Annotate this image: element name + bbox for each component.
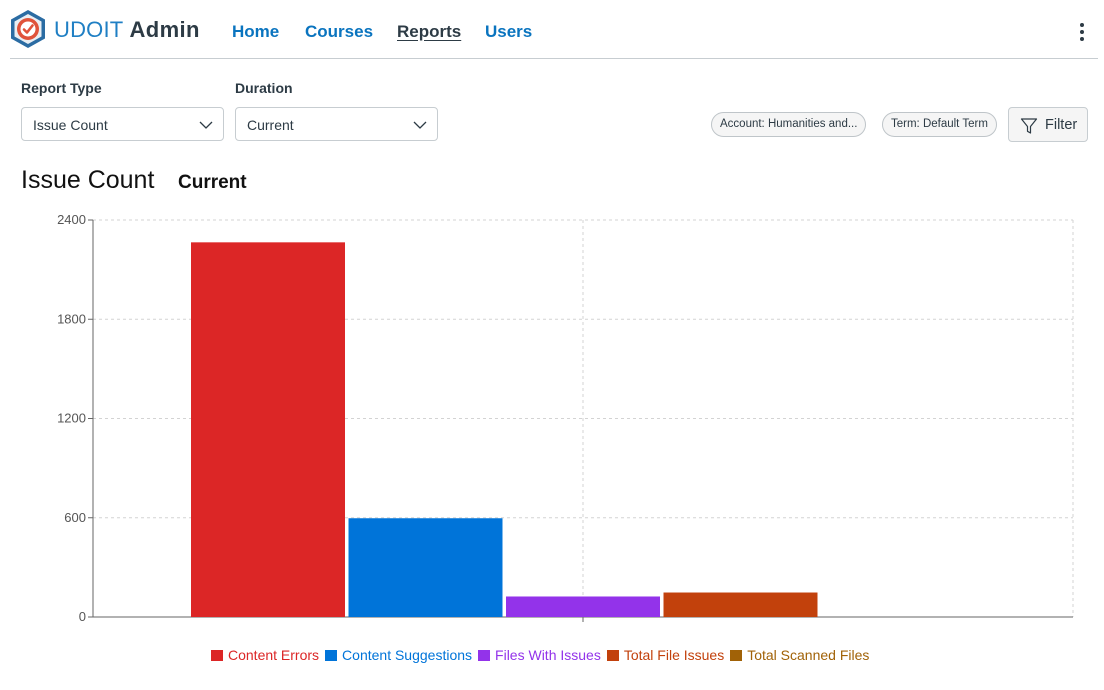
report-title: Issue Count: [21, 166, 155, 194]
legend-label: Content Errors: [228, 647, 320, 663]
nav-home[interactable]: Home: [232, 22, 279, 42]
report-type-value: Issue Count: [33, 117, 108, 133]
legend-item[interactable]: Total Scanned Files: [730, 647, 869, 663]
nav-courses[interactable]: Courses: [305, 22, 373, 42]
legend-item[interactable]: Total File Issues: [606, 647, 725, 663]
report-type-label: Report Type: [21, 80, 102, 96]
legend-swatch: [211, 650, 223, 661]
legend-label: Total File Issues: [623, 647, 725, 663]
nav-users[interactable]: Users: [485, 22, 532, 42]
legend-label: Content Suggestions: [342, 647, 473, 663]
duration-label: Duration: [235, 80, 293, 96]
duration-value: Current: [247, 117, 294, 133]
brand-name: UDOIT: [54, 17, 124, 42]
chevron-down-icon: [413, 121, 427, 129]
vertical-ellipsis-icon[interactable]: [1070, 20, 1094, 44]
term-filter-pill[interactable]: Term: Default Term: [882, 112, 997, 137]
legend-item[interactable]: Content Errors: [211, 647, 319, 663]
y-tick-label: 2400: [57, 212, 86, 227]
bar-total-file-issues: [663, 592, 818, 617]
legend-swatch: [478, 650, 491, 661]
bar-content-suggestions: [348, 518, 503, 617]
y-tick-label: 600: [64, 510, 86, 525]
account-filter-pill[interactable]: Account: Humanities and...: [711, 112, 867, 137]
legend-label: Files With Issues: [495, 647, 601, 663]
filter-button[interactable]: Filter: [1008, 107, 1088, 142]
filter-button-label: Filter: [1045, 117, 1078, 133]
chevron-down-icon: [199, 121, 213, 129]
bar-files-with-issues: [506, 596, 660, 617]
duration-select[interactable]: Current: [235, 107, 438, 141]
funnel-icon: [1020, 118, 1038, 134]
y-tick-label: 0: [79, 609, 86, 624]
header-divider: [10, 58, 1098, 59]
legend-swatch: [730, 650, 743, 661]
top-navigation: UDOIT Admin Home Courses Reports Users: [0, 0, 1104, 59]
legend-item[interactable]: Files With Issues: [478, 647, 601, 663]
issue-count-chart: 0 600 1200 1800 2400: [57, 212, 1074, 624]
legend-swatch: [606, 650, 619, 661]
legend-label: Total Scanned Files: [747, 647, 870, 663]
y-tick-label: 1200: [57, 411, 86, 426]
legend-item[interactable]: Content Suggestions: [325, 647, 472, 663]
report-type-select[interactable]: Issue Count: [21, 107, 224, 141]
app-brand: UDOIT Admin: [54, 17, 200, 43]
report-subtitle: Current: [178, 172, 247, 193]
y-tick-label: 1800: [57, 311, 86, 326]
chart-legend: Content Errors Content Suggestions Files W…: [211, 647, 875, 663]
legend-swatch: [325, 650, 338, 661]
bar-content-errors: [191, 242, 345, 618]
brand-suffix: Admin: [129, 17, 200, 42]
udoit-logo-icon: [11, 10, 45, 48]
nav-reports[interactable]: Reports: [397, 22, 461, 42]
